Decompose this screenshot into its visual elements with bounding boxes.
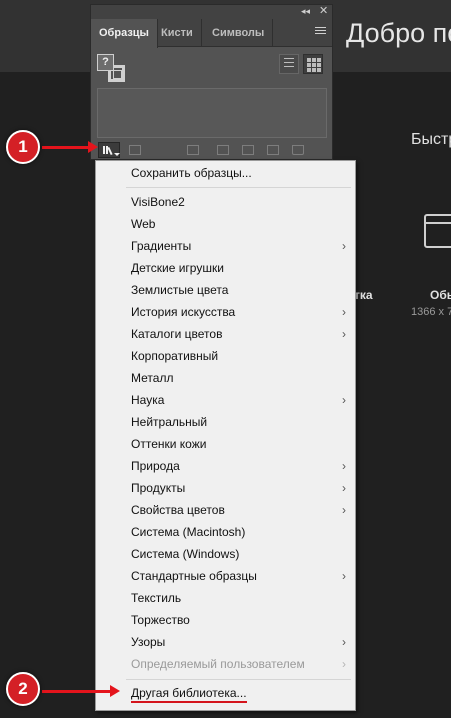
menu-item-label: Web — [131, 217, 156, 231]
submenu-chevron-icon: › — [342, 481, 346, 495]
panel-footer — [91, 141, 332, 160]
menu-item[interactable]: Стандартные образцы › — [96, 565, 355, 587]
menu-item-label: Торжество — [131, 613, 190, 627]
menu-item-label: Природа — [131, 459, 180, 473]
preset-name-right: Обы — [430, 288, 451, 302]
menu-item-label: VisiBone2 — [131, 195, 185, 209]
list-view-icon[interactable] — [279, 54, 299, 74]
menu-item[interactable]: Оттенки кожи — [96, 433, 355, 455]
menu-item[interactable]: История искусства › — [96, 301, 355, 323]
menu-item-label: Каталоги цветов — [131, 327, 223, 341]
submenu-chevron-icon: › — [342, 459, 346, 473]
menu-item-label: Оттенки кожи — [131, 437, 207, 451]
menu-item-label: Система (Windows) — [131, 547, 240, 561]
submenu-chevron-icon: › — [342, 657, 346, 671]
tab-swatches[interactable]: Образцы — [91, 19, 158, 48]
menu-separator — [126, 187, 351, 188]
swatch-options-icon[interactable] — [187, 145, 199, 155]
menu-item-label: Детские игрушки — [131, 261, 224, 275]
menu-item[interactable]: Узоры › — [96, 631, 355, 653]
trash-icon[interactable] — [292, 145, 304, 155]
folder-icon[interactable] — [242, 145, 254, 155]
preset-size: 1366 x 7 — [411, 306, 451, 318]
panel-tabs: Образцы Кисти Символы — [91, 19, 332, 48]
show-swatch-kinds-icon[interactable] — [129, 145, 141, 155]
new-color-group-icon[interactable] — [217, 145, 229, 155]
annotation-arrow-1 — [42, 141, 98, 153]
menu-item: Определяемый пользователем › — [96, 653, 355, 675]
swatches-panel: ◂◂ ✕ Образцы Кисти Символы ? — [90, 4, 333, 160]
menu-item[interactable]: Система (Windows) — [96, 543, 355, 565]
menu-item[interactable]: Web — [96, 213, 355, 235]
new-swatch-icon[interactable] — [267, 145, 279, 155]
menu-item[interactable]: Текстиль — [96, 587, 355, 609]
document-preset-icon[interactable] — [424, 214, 451, 248]
menu-item[interactable]: Продукты › — [96, 477, 355, 499]
submenu-chevron-icon: › — [342, 393, 346, 407]
menu-item[interactable]: Торжество — [96, 609, 355, 631]
menu-item-label: Градиенты — [131, 239, 192, 253]
submenu-chevron-icon: › — [342, 503, 346, 517]
menu-item-label: Нейтральный — [131, 415, 208, 429]
menu-item-label: История искусства — [131, 305, 236, 319]
swatch-libraries-menu-icon[interactable] — [98, 142, 120, 158]
menu-item[interactable]: Детские игрушки — [96, 257, 355, 279]
menu-item-label: Наука — [131, 393, 165, 407]
menu-item-label: Стандартные образцы — [131, 569, 257, 583]
tab-symbols[interactable]: Символы — [204, 19, 274, 47]
menu-item[interactable]: Металл — [96, 367, 355, 389]
menu-item-label: Узоры — [131, 635, 166, 649]
menu-item[interactable]: Корпоративный — [96, 345, 355, 367]
submenu-chevron-icon: › — [342, 569, 346, 583]
menu-item[interactable]: VisiBone2 — [96, 191, 355, 213]
welcome-title: Добро по — [346, 18, 451, 48]
menu-item[interactable]: Каталоги цветов › — [96, 323, 355, 345]
preset-name-left: тка — [354, 288, 373, 302]
swatch-library-menu: Сохранить образцы... VisiBone2 Web Градиен… — [95, 160, 356, 711]
annotation-arrow-2 — [42, 685, 120, 697]
menu-item-label: Свойства цветов — [131, 503, 225, 517]
fill-stroke-indicator[interactable]: ? — [97, 54, 129, 84]
menu-item-label: Продукты — [131, 481, 186, 495]
menu-item-other-library[interactable]: Другая библиотека... — [96, 682, 355, 704]
menu-item[interactable]: Нейтральный — [96, 411, 355, 433]
menu-item-save-swatches[interactable]: Сохранить образцы... — [96, 162, 355, 184]
menu-separator — [126, 679, 351, 680]
menu-item-label: Определяемый пользователем — [131, 657, 305, 671]
submenu-chevron-icon: › — [342, 327, 346, 341]
menu-item[interactable]: Система (Macintosh) — [96, 521, 355, 543]
close-panel-icon[interactable]: ✕ — [319, 4, 328, 17]
submenu-chevron-icon: › — [342, 239, 346, 253]
panel-titlebar[interactable]: ◂◂ ✕ — [91, 5, 332, 19]
submenu-chevron-icon: › — [342, 305, 346, 319]
menu-item-label: Металл — [131, 371, 174, 385]
step-badge-2: 2 — [6, 672, 40, 706]
menu-item[interactable]: Землистые цвета — [96, 279, 355, 301]
collapse-panel-icon[interactable]: ◂◂ — [301, 6, 310, 17]
menu-item[interactable]: Свойства цветов › — [96, 499, 355, 521]
menu-item[interactable]: Наука › — [96, 389, 355, 411]
menu-item[interactable]: Природа › — [96, 455, 355, 477]
tab-brushes[interactable]: Кисти — [153, 19, 202, 47]
menu-item-label: Корпоративный — [131, 349, 219, 363]
submenu-chevron-icon: › — [342, 635, 346, 649]
step-badge-1: 1 — [6, 130, 40, 164]
menu-item-label: Система (Macintosh) — [131, 525, 246, 539]
fill-swatch[interactable]: ? — [97, 54, 114, 71]
panel-menu-icon[interactable] — [315, 27, 326, 36]
menu-item-label: Текстиль — [131, 591, 182, 605]
grid-view-icon[interactable] — [303, 54, 323, 74]
quick-start-heading: Быстр — [411, 131, 451, 148]
menu-item[interactable]: Градиенты › — [96, 235, 355, 257]
swatch-list-area[interactable] — [97, 88, 327, 138]
menu-item-label: Землистые цвета — [131, 283, 229, 297]
